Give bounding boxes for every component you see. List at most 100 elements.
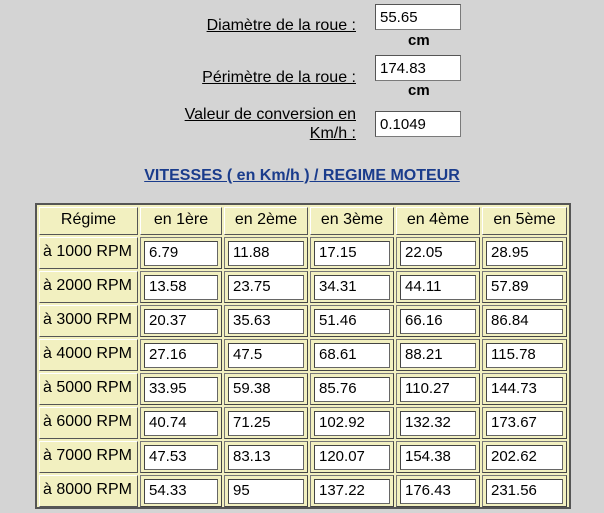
speed-value-field[interactable]: 33.95 xyxy=(144,377,218,402)
table-cell: 59.38 xyxy=(224,373,308,405)
speed-value-field[interactable]: 68.61 xyxy=(314,343,390,368)
table-cell: 110.27 xyxy=(396,373,480,405)
speed-value-field[interactable]: 102.92 xyxy=(314,411,390,436)
table-cell: 83.13 xyxy=(224,441,308,473)
speed-value-field[interactable]: 47.53 xyxy=(144,445,218,470)
row-label-rpm: à 2000 RPM xyxy=(39,271,138,303)
table-cell: 11.88 xyxy=(224,237,308,269)
table-cell: 202.62 xyxy=(482,441,567,473)
row-label-rpm: à 5000 RPM xyxy=(39,373,138,405)
speed-value-field[interactable]: 86.84 xyxy=(486,309,563,334)
header-gear-4eme: en 4ème xyxy=(396,207,480,235)
speed-value-field[interactable]: 88.21 xyxy=(400,343,476,368)
table-cell: 86.84 xyxy=(482,305,567,337)
speed-value-field[interactable]: 110.27 xyxy=(400,377,476,402)
table-cell: 176.43 xyxy=(396,475,480,507)
speed-value-field[interactable]: 23.75 xyxy=(228,275,304,300)
speed-value-field[interactable]: 83.13 xyxy=(228,445,304,470)
conversion-label-line1: Valeur de conversion en xyxy=(184,106,356,123)
table-cell: 54.33 xyxy=(140,475,222,507)
speed-value-field[interactable]: 28.95 xyxy=(486,241,563,266)
table-cell: 102.92 xyxy=(310,407,394,439)
table-cell: 33.95 xyxy=(140,373,222,405)
header-gear-1ere: en 1ère xyxy=(140,207,222,235)
header-regime: Régime xyxy=(39,207,138,235)
conversion-input[interactable] xyxy=(375,111,461,137)
speed-value-field[interactable]: 115.78 xyxy=(486,343,563,368)
row-label-rpm: à 3000 RPM xyxy=(39,305,138,337)
speed-value-field[interactable]: 47.5 xyxy=(228,343,304,368)
section-title: VITESSES ( en Km/h ) / REGIME MOTEUR xyxy=(144,167,460,184)
speed-value-field[interactable]: 176.43 xyxy=(400,479,476,504)
speed-value-field[interactable]: 137.22 xyxy=(314,479,390,504)
row-label-rpm: à 6000 RPM xyxy=(39,407,138,439)
table-cell: 47.53 xyxy=(140,441,222,473)
diameter-input[interactable] xyxy=(375,4,461,30)
speed-value-field[interactable]: 20.37 xyxy=(144,309,218,334)
table-cell: 22.05 xyxy=(396,237,480,269)
speed-value-field[interactable]: 202.62 xyxy=(486,445,563,470)
diameter-unit: cm xyxy=(408,32,430,49)
table-cell: 68.61 xyxy=(310,339,394,371)
speed-value-field[interactable]: 40.74 xyxy=(144,411,218,436)
speed-value-field[interactable]: 66.16 xyxy=(400,309,476,334)
conversion-label-line2: Km/h : xyxy=(309,125,356,142)
table-cell: 144.73 xyxy=(482,373,567,405)
table-cell: 51.46 xyxy=(310,305,394,337)
table-cell: 20.37 xyxy=(140,305,222,337)
speed-value-field[interactable]: 54.33 xyxy=(144,479,218,504)
table-cell: 120.07 xyxy=(310,441,394,473)
header-gear-2eme: en 2ème xyxy=(224,207,308,235)
perimeter-unit: cm xyxy=(408,82,430,99)
speed-value-field[interactable]: 17.15 xyxy=(314,241,390,266)
speed-value-field[interactable]: 22.05 xyxy=(400,241,476,266)
perimeter-label: Périmètre de la roue : xyxy=(202,69,356,86)
table-cell: 231.56 xyxy=(482,475,567,507)
table-cell: 13.58 xyxy=(140,271,222,303)
speed-value-field[interactable]: 120.07 xyxy=(314,445,390,470)
speed-value-field[interactable]: 51.46 xyxy=(314,309,390,334)
speed-value-field[interactable]: 231.56 xyxy=(486,479,563,504)
speed-value-field[interactable]: 132.32 xyxy=(400,411,476,436)
table-cell: 173.67 xyxy=(482,407,567,439)
row-label-rpm: à 7000 RPM xyxy=(39,441,138,473)
table-cell: 137.22 xyxy=(310,475,394,507)
table-cell: 34.31 xyxy=(310,271,394,303)
table-cell: 132.32 xyxy=(396,407,480,439)
speed-value-field[interactable]: 71.25 xyxy=(228,411,304,436)
speed-value-field[interactable]: 59.38 xyxy=(228,377,304,402)
speed-value-field[interactable]: 154.38 xyxy=(400,445,476,470)
table-cell: 28.95 xyxy=(482,237,567,269)
speed-value-field[interactable]: 44.11 xyxy=(400,275,476,300)
speed-value-field[interactable]: 35.63 xyxy=(228,309,304,334)
speed-value-field[interactable]: 85.76 xyxy=(314,377,390,402)
speed-value-field[interactable]: 57.89 xyxy=(486,275,563,300)
table-cell: 6.79 xyxy=(140,237,222,269)
table-cell: 27.16 xyxy=(140,339,222,371)
table-cell: 35.63 xyxy=(224,305,308,337)
table-cell: 66.16 xyxy=(396,305,480,337)
table-cell: 95 xyxy=(224,475,308,507)
speed-value-field[interactable]: 34.31 xyxy=(314,275,390,300)
table-cell: 17.15 xyxy=(310,237,394,269)
speed-value-field[interactable]: 27.16 xyxy=(144,343,218,368)
perimeter-input[interactable] xyxy=(375,55,461,81)
speed-value-field[interactable]: 11.88 xyxy=(228,241,304,266)
table-cell: 57.89 xyxy=(482,271,567,303)
table-cell: 85.76 xyxy=(310,373,394,405)
speed-value-field[interactable]: 95 xyxy=(228,479,304,504)
table-cell: 71.25 xyxy=(224,407,308,439)
speed-value-field[interactable]: 173.67 xyxy=(486,411,563,436)
speed-value-field[interactable]: 6.79 xyxy=(144,241,218,266)
table-cell: 88.21 xyxy=(396,339,480,371)
row-label-rpm: à 8000 RPM xyxy=(39,475,138,507)
speed-table: Régime en 1ère en 2ème en 3ème en 4ème en 5èm… xyxy=(35,203,571,509)
speed-value-field[interactable]: 144.73 xyxy=(486,377,563,402)
speed-value-field[interactable]: 13.58 xyxy=(144,275,218,300)
table-cell: 23.75 xyxy=(224,271,308,303)
diameter-label: Diamètre de la roue : xyxy=(206,17,356,34)
table-cell: 154.38 xyxy=(396,441,480,473)
table-cell: 40.74 xyxy=(140,407,222,439)
row-label-rpm: à 1000 RPM xyxy=(39,237,138,269)
table-cell: 115.78 xyxy=(482,339,567,371)
